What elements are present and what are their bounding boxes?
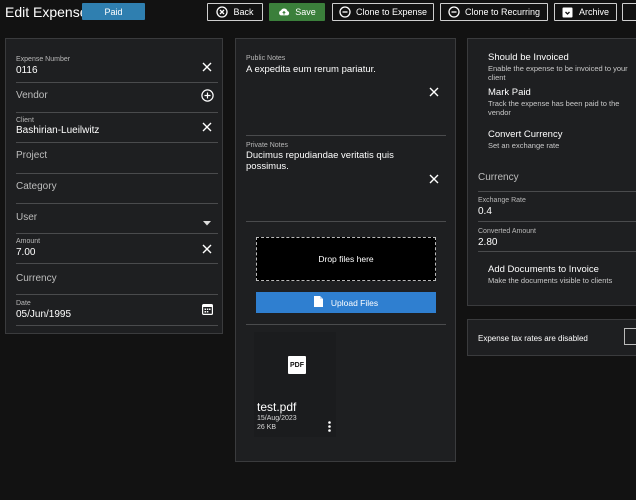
clone-to-expense-label: Clone to Expense [355, 7, 428, 17]
more-vert-icon[interactable] [326, 420, 332, 432]
clear-icon[interactable] [200, 60, 214, 74]
expense-number-field[interactable]: Expense Number 0116 [16, 51, 218, 83]
page-title: Edit Expense [5, 4, 88, 20]
should-be-invoiced-desc: Enable the expense to be invoiced to you… [488, 64, 628, 82]
file-icon [313, 296, 323, 309]
documents-divider [246, 324, 446, 325]
client-value: Bashirian-Lueilwitz [16, 125, 100, 136]
vendor-field[interactable]: Vendor [16, 83, 218, 113]
project-placeholder: Project [16, 150, 48, 161]
upload-files-button[interactable]: Upload Files [256, 292, 436, 313]
mark-paid-desc: Track the expense has been paid to the v… [488, 99, 620, 117]
should-be-invoiced-title[interactable]: Should be Invoiced [488, 52, 569, 63]
client-field[interactable]: Client Bashirian-Lueilwitz [16, 113, 218, 143]
back-button[interactable]: Back [207, 3, 263, 21]
clone-icon [339, 6, 351, 18]
currency-field[interactable]: Currency [16, 264, 218, 295]
private-notes-value[interactable]: Ducimus repudiandae veritatis quis possi… [246, 150, 406, 172]
convert-currency-title[interactable]: Convert Currency [488, 129, 562, 140]
add-circle-icon[interactable] [200, 88, 214, 102]
file-dropzone[interactable]: Drop files here [256, 237, 436, 281]
expense-number-value: 0116 [16, 65, 38, 76]
archive-button[interactable]: Archive [554, 3, 617, 21]
project-field[interactable]: Project [16, 143, 218, 174]
file-date: 15/Aug/2023 [257, 415, 297, 422]
public-notes-value[interactable]: A expedita eum rerum pariatur. [246, 64, 406, 75]
clone-icon [448, 6, 460, 18]
mark-paid-title[interactable]: Mark Paid [488, 87, 531, 98]
category-field[interactable]: Category [16, 174, 218, 204]
top-bar: Edit Expense Paid Back Save Clone to Exp… [0, 0, 636, 24]
details-card: Expense Number 0116 Vendor Client Bashir… [5, 38, 223, 334]
private-notes-underline [246, 221, 446, 222]
client-label: Client [16, 117, 34, 124]
notes-documents-card: Public Notes A expedita eum rerum pariat… [235, 38, 456, 462]
amount-label: Amount [16, 238, 41, 245]
clone-to-recurring-button[interactable]: Clone to Recurring [440, 3, 548, 21]
currency-placeholder: Currency [478, 172, 519, 183]
clone-to-expense-button[interactable]: Clone to Expense [332, 3, 434, 21]
tax-card: Expense tax rates are disabled [467, 319, 636, 356]
calendar-icon[interactable] [200, 302, 214, 316]
clone-to-recurring-label: Clone to Recurring [464, 7, 541, 17]
convert-currency-desc: Set an exchange rate [488, 141, 560, 150]
file-name: test.pdf [257, 400, 297, 414]
settings-card: Should be Invoiced Enable the expense to… [467, 38, 636, 306]
converted-amount-field[interactable]: Converted Amount 2.80 [478, 222, 636, 252]
user-placeholder: User [16, 212, 38, 223]
clear-icon[interactable] [428, 173, 440, 185]
status-badge: Paid [82, 3, 145, 20]
date-label: Date [16, 300, 31, 307]
upload-files-label: Upload Files [330, 297, 379, 308]
expense-number-label: Expense Number [16, 56, 71, 63]
public-notes-label: Public Notes [246, 55, 286, 62]
save-label: Save [295, 7, 316, 17]
cloud-upload-icon [278, 6, 290, 18]
amount-value: 7.00 [16, 247, 36, 258]
clear-icon[interactable] [200, 242, 214, 256]
save-button[interactable]: Save [269, 3, 325, 21]
add-documents-title[interactable]: Add Documents to Invoice [488, 264, 599, 275]
vendor-placeholder: Vendor [16, 90, 48, 101]
close-circle-icon [216, 6, 229, 18]
public-notes-underline [246, 135, 446, 136]
file-size: 26 KB [257, 424, 277, 431]
archive-icon [562, 6, 574, 18]
user-field[interactable]: User [16, 204, 218, 234]
date-field[interactable]: Date 05/Jun/1995 [16, 295, 218, 326]
dropdown-arrow-icon[interactable] [200, 216, 214, 230]
date-value: 05/Jun/1995 [16, 309, 72, 320]
add-documents-desc: Make the documents visible to clients [488, 276, 613, 285]
more-actions-button[interactable] [622, 3, 636, 21]
pdf-file-icon: PDF [288, 356, 306, 374]
exchange-rate-field[interactable]: Exchange Rate 0.4 [478, 192, 636, 222]
category-placeholder: Category [16, 181, 57, 192]
exchange-rate-label: Exchange Rate [478, 197, 526, 204]
private-notes-label: Private Notes [246, 142, 289, 149]
converted-amount-label: Converted Amount [478, 228, 536, 235]
exchange-currency-field[interactable]: Currency [478, 163, 636, 192]
document-tile[interactable]: PDF test.pdf 15/Aug/2023 26 KB [254, 332, 336, 437]
back-label: Back [233, 7, 254, 17]
exchange-rate-value: 0.4 [478, 206, 492, 217]
converted-amount-value: 2.80 [478, 237, 498, 248]
currency-placeholder: Currency [16, 273, 57, 284]
archive-label: Archive [578, 7, 609, 17]
clear-icon[interactable] [200, 120, 214, 134]
clear-icon[interactable] [428, 86, 440, 98]
amount-field[interactable]: Amount 7.00 [16, 234, 218, 264]
tax-disabled-text: Expense tax rates are disabled [478, 334, 588, 343]
tax-settings-button[interactable] [624, 328, 636, 345]
